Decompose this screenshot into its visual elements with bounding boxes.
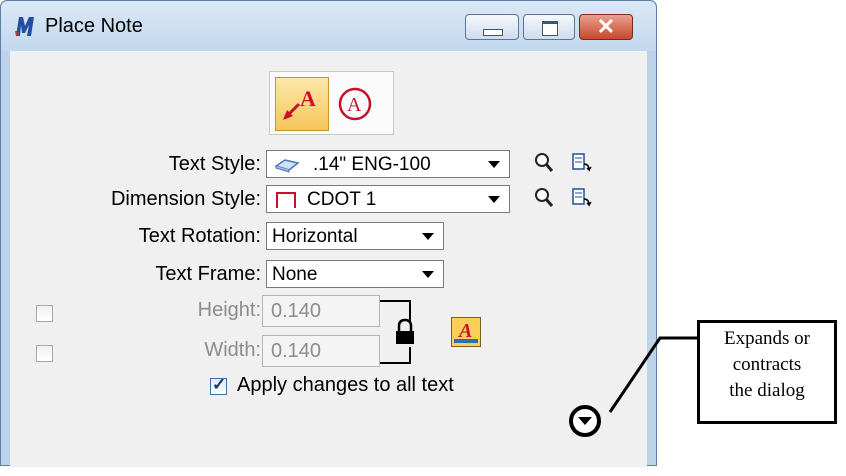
callout-line-2: contracts [732,354,802,375]
annotation-callout: Expands or contracts the dialog [697,320,837,424]
callout-line-3: the dialog [729,380,805,401]
callout-line-1: Expands or [723,328,810,349]
